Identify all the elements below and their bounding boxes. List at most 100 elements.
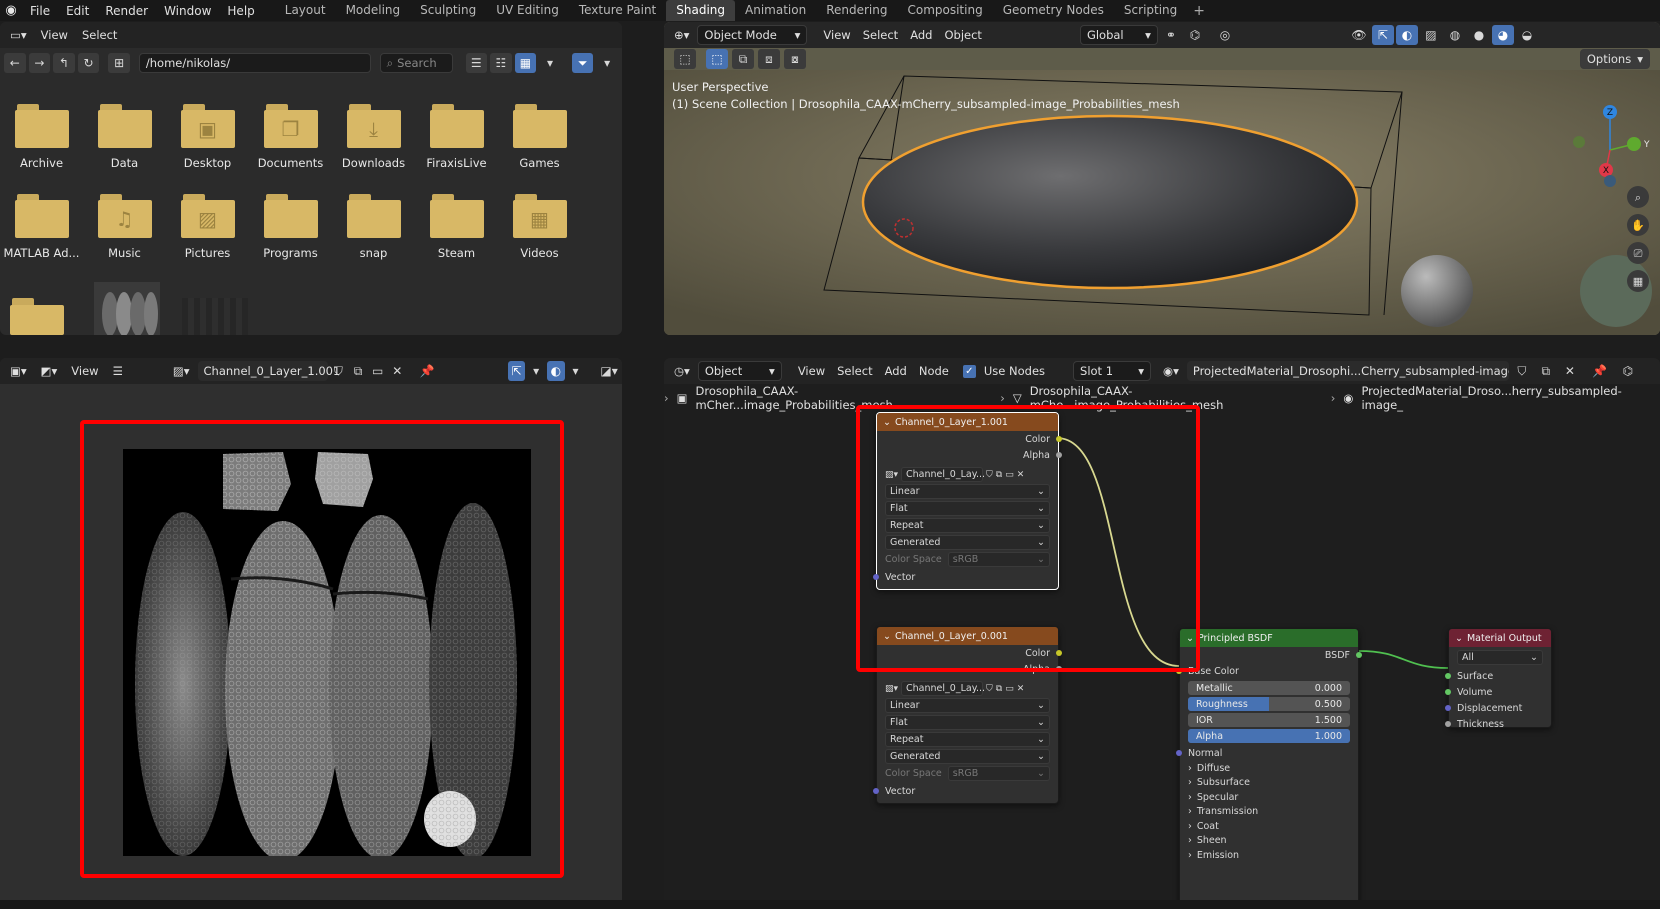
displacement-input-socket[interactable] xyxy=(1445,705,1451,711)
folder-item[interactable]: Data xyxy=(83,102,166,170)
thumbnails-icon[interactable]: ▦ xyxy=(514,53,537,73)
fake-user-shield-icon[interactable]: ⛉ xyxy=(330,361,348,381)
material-shading-icon[interactable]: ◕ xyxy=(1491,25,1514,45)
new-folder-icon[interactable]: ⊞ xyxy=(108,53,130,73)
transform-orientation-dropdown[interactable]: Global ▾ xyxy=(1079,25,1158,45)
pan-hand-icon[interactable]: ✋ xyxy=(1631,219,1645,232)
gizmo-toggle-icon[interactable]: ⇱ xyxy=(507,361,526,381)
folder-item[interactable]: ♫ Music xyxy=(83,192,166,260)
workspace-tab-shading[interactable]: Shading xyxy=(666,0,735,21)
overlay-toggle-icon[interactable]: ◐ xyxy=(547,361,565,381)
roughness-slider[interactable]: Roughness 0.500 xyxy=(1188,697,1350,711)
menu-help[interactable]: Help xyxy=(219,4,262,18)
folder-item[interactable]: ▨ Pictures xyxy=(166,192,249,260)
snap-icon[interactable]: ⌬ xyxy=(1184,25,1206,45)
open-folder-icon[interactable]: ▭ xyxy=(1005,684,1014,694)
alpha-slider[interactable]: Alpha 1.000 xyxy=(1188,729,1350,743)
menu-view[interactable]: View xyxy=(35,25,74,45)
volume-input-socket[interactable] xyxy=(1445,689,1451,695)
workspace-tab-uv-editing[interactable]: UV Editing xyxy=(486,0,569,21)
menu-view[interactable]: View xyxy=(65,361,104,381)
panel-diffuse[interactable]: › Diffuse xyxy=(1180,761,1358,776)
surface-input-socket[interactable] xyxy=(1445,673,1451,679)
overlay-dropdown-icon[interactable]: ▾ xyxy=(567,361,585,381)
fake-user-shield-icon[interactable]: ⛉ xyxy=(986,684,993,694)
view-mode-icon[interactable]: ◩▾ xyxy=(35,361,64,381)
bsdf-output-socket[interactable] xyxy=(1356,652,1362,658)
gizmo-dropdown-icon[interactable]: ▾ xyxy=(527,361,545,381)
editor-type-image-icon[interactable]: ▣▾ xyxy=(4,361,33,381)
back-arrow-icon[interactable]: ← xyxy=(4,53,26,73)
pivot-icon[interactable]: ⚭ xyxy=(1160,25,1182,45)
workspace-tab-compositing[interactable]: Compositing xyxy=(897,0,992,21)
vector-input-socket[interactable] xyxy=(873,788,879,794)
menu-select[interactable]: Select xyxy=(857,25,904,45)
unlink-x-icon[interactable]: ✕ xyxy=(1017,684,1025,694)
folder-item[interactable]: ▣ Desktop xyxy=(166,102,249,170)
menu-window[interactable]: Window xyxy=(156,4,219,18)
camera-icon[interactable]: ⎚ xyxy=(1634,247,1643,260)
solid-shading-icon[interactable]: ● xyxy=(1468,25,1490,45)
hamburger-menu-icon[interactable]: ☰ xyxy=(107,361,129,381)
workspace-tab-animation[interactable]: Animation xyxy=(735,0,816,21)
xray-icon[interactable]: ▨ xyxy=(1420,25,1442,45)
panel-emission[interactable]: › Emission xyxy=(1180,848,1358,863)
image-name-field[interactable]: Channel_0_Lay... xyxy=(901,681,985,696)
material-output-node[interactable]: ⌄ Material Output All ⌄ Surface Volume Dis… xyxy=(1445,628,1552,730)
horizontal-list-icon[interactable]: ☷ xyxy=(490,53,512,73)
workspace-tab-modeling[interactable]: Modeling xyxy=(336,0,411,21)
blender-logo-icon[interactable]: ◉ xyxy=(0,3,22,18)
grid-icon[interactable]: ▦ xyxy=(1633,275,1643,288)
workspace-tab-geometry-nodes[interactable]: Geometry Nodes xyxy=(993,0,1114,21)
menu-file[interactable]: File xyxy=(22,4,58,18)
dark-thumbnail[interactable] xyxy=(182,298,248,335)
editor-type-3d-icon[interactable]: ⊕▾ xyxy=(668,25,695,45)
thickness-input-socket[interactable] xyxy=(1445,721,1451,727)
ior-slider[interactable]: IOR 1.500 xyxy=(1188,713,1350,727)
path-input[interactable]: /home/nikolas/ xyxy=(138,53,371,73)
menu-edit[interactable]: Edit xyxy=(58,4,97,18)
filter-dropdown-icon[interactable]: ▾ xyxy=(596,53,618,73)
menu-select[interactable]: Select xyxy=(76,25,123,45)
pin-icon[interactable]: 📌 xyxy=(418,361,436,381)
menu-object[interactable]: Object xyxy=(938,25,987,45)
drosophila-mesh[interactable] xyxy=(861,114,1359,290)
forward-arrow-icon[interactable]: → xyxy=(28,53,51,73)
workspace-tab-sculpting[interactable]: Sculpting xyxy=(410,0,486,21)
image-name-field[interactable]: Channel_0_Layer_1.001 xyxy=(197,361,340,381)
mode-dropdown[interactable]: Object Mode ▾ xyxy=(697,25,808,45)
projection-dropdown[interactable]: Flat ⌄ xyxy=(885,715,1050,730)
select-invert-icon[interactable]: ⧇ xyxy=(784,49,806,69)
workspace-tab-texture-paint[interactable]: Texture Paint xyxy=(569,0,666,21)
folder-item[interactable]: Programs xyxy=(249,192,332,260)
unlink-x-icon[interactable]: ✕ xyxy=(388,361,406,381)
image-browse-icon[interactable]: ▨▾ xyxy=(167,361,196,381)
node-header[interactable]: ⌄ Principled BSDF xyxy=(1180,629,1358,647)
vertical-list-icon[interactable]: ☰ xyxy=(465,53,488,73)
duplicate-icon[interactable]: ⧉ xyxy=(349,361,367,381)
folder-item[interactable]: MATLAB Ad... xyxy=(0,192,83,260)
panel-sheen[interactable]: › Sheen xyxy=(1180,834,1358,849)
folder-item[interactable]: Games xyxy=(498,102,581,170)
filter-icon[interactable]: ⏷ xyxy=(571,53,594,73)
select-extend-icon[interactable]: ⧉ xyxy=(732,49,754,69)
select-subtract-icon[interactable]: ⧈ xyxy=(758,49,780,69)
extension-dropdown[interactable]: Repeat ⌄ xyxy=(885,732,1050,747)
wireframe-shading-icon[interactable]: ◍ xyxy=(1444,25,1466,45)
source-dropdown[interactable]: Generated ⌄ xyxy=(885,749,1050,764)
proportional-icon[interactable]: ◎ xyxy=(1214,25,1236,45)
zoom-icon[interactable]: ⌕ xyxy=(1635,191,1641,204)
image-browse-icon[interactable]: ▨▾ xyxy=(885,684,898,694)
duplicate-icon[interactable]: ⧉ xyxy=(996,684,1002,694)
gizmo-icon[interactable]: ⇱ xyxy=(1371,25,1394,45)
panel-coat[interactable]: › Coat xyxy=(1180,819,1358,834)
target-dropdown[interactable]: All ⌄ xyxy=(1457,650,1543,665)
display-dropdown-icon[interactable]: ▾ xyxy=(539,53,561,73)
collapse-chevron-icon[interactable]: ⌄ xyxy=(1455,633,1463,644)
parent-dir-icon[interactable]: ↰ xyxy=(53,53,75,73)
node-header[interactable]: ⌄ Material Output xyxy=(1449,629,1551,647)
visibility-icon[interactable]: 👁 xyxy=(1348,25,1370,45)
menu-render[interactable]: Render xyxy=(97,4,156,18)
add-workspace-icon[interactable]: + xyxy=(1193,3,1205,19)
folder-item[interactable]: snap xyxy=(332,192,415,260)
